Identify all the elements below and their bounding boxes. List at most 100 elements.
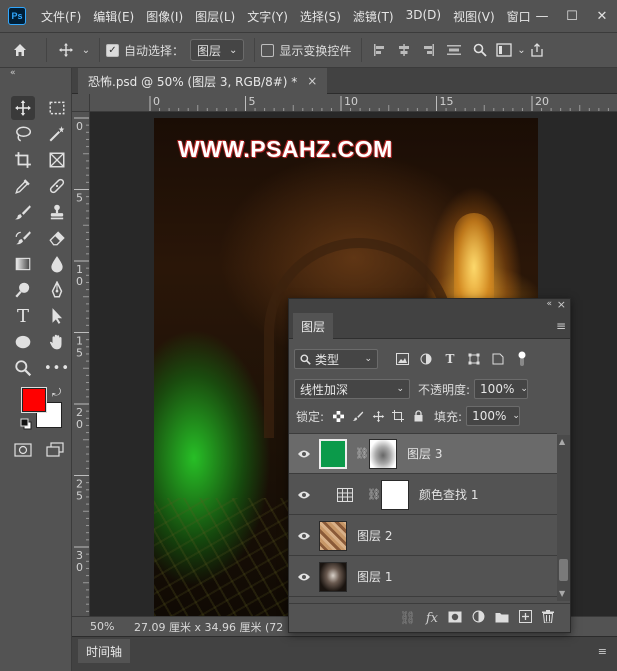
auto-select-target-dropdown[interactable]: 图层 ⌄ bbox=[190, 39, 245, 61]
collapse-panel-button[interactable]: « bbox=[0, 68, 72, 80]
gradient-tool[interactable] bbox=[11, 252, 35, 276]
close-icon[interactable]: × bbox=[307, 74, 317, 88]
shape-filter-icon[interactable] bbox=[466, 351, 482, 367]
magic-wand-tool[interactable] bbox=[45, 122, 69, 146]
lock-position-icon[interactable] bbox=[370, 408, 386, 424]
home-icon[interactable] bbox=[0, 42, 40, 58]
menu-select[interactable]: 选择(S) bbox=[294, 8, 347, 25]
lock-artboard-icon[interactable] bbox=[390, 408, 406, 424]
link-icon[interactable]: ⛓ bbox=[355, 447, 369, 460]
layer-thumbnail[interactable] bbox=[319, 520, 347, 551]
layer-row-partial[interactable] bbox=[289, 598, 557, 601]
menu-layer[interactable]: 图层(L) bbox=[189, 8, 241, 25]
workspace-icon[interactable] bbox=[492, 43, 516, 57]
visibility-toggle[interactable] bbox=[289, 449, 319, 459]
type-filter-icon[interactable]: T bbox=[442, 351, 458, 367]
maximize-button[interactable]: ☐ bbox=[557, 9, 587, 24]
scroll-up-icon[interactable]: ▲ bbox=[559, 437, 565, 446]
pen-tool[interactable] bbox=[45, 278, 69, 302]
align-center-icon[interactable] bbox=[392, 43, 416, 57]
adjustment-filter-icon[interactable] bbox=[418, 351, 434, 367]
scrollbar-thumb[interactable] bbox=[559, 559, 568, 581]
type-tool[interactable]: T bbox=[11, 304, 35, 328]
frame-tool[interactable] bbox=[45, 148, 69, 172]
foreground-color-swatch[interactable] bbox=[21, 387, 47, 413]
ellipse-tool[interactable] bbox=[11, 330, 35, 354]
default-colors-icon[interactable] bbox=[20, 418, 32, 433]
align-left-icon[interactable] bbox=[368, 43, 392, 57]
close-window-button[interactable]: ✕ bbox=[587, 9, 617, 24]
horizontal-ruler[interactable]: 051015202530 bbox=[72, 94, 617, 112]
layer-row-layer-3[interactable]: ⛓ 图层 3 bbox=[289, 434, 557, 474]
minimize-button[interactable]: — bbox=[527, 9, 557, 24]
move-tool-preset-icon[interactable] bbox=[53, 42, 79, 58]
document-tab[interactable]: 恐怖.psd @ 50% (图层 3, RGB/8#) * × bbox=[78, 68, 328, 94]
document-size[interactable]: 27.09 厘米 x 34.96 厘米 (72 ppi) bbox=[124, 619, 284, 635]
add-mask-icon[interactable] bbox=[448, 611, 462, 627]
link-layers-icon[interactable]: ⛓ bbox=[399, 611, 416, 626]
swap-colors-icon[interactable]: ⤾ bbox=[52, 386, 61, 400]
blend-mode-dropdown[interactable]: 线性加深 ⌄ bbox=[294, 379, 410, 399]
search-icon[interactable] bbox=[468, 43, 492, 57]
scroll-down-icon[interactable]: ▼ bbox=[559, 589, 565, 598]
path-selection-tool[interactable] bbox=[45, 304, 69, 328]
layer-row-layer-2[interactable]: 图层 2 bbox=[289, 516, 557, 556]
hand-tool[interactable] bbox=[45, 330, 69, 354]
crop-tool[interactable] bbox=[11, 148, 35, 172]
brush-tool[interactable] bbox=[11, 200, 35, 224]
pixel-filter-icon[interactable] bbox=[394, 351, 410, 367]
timeline-tab[interactable]: 时间轴 bbox=[78, 639, 131, 663]
align-right-icon[interactable] bbox=[416, 43, 440, 57]
new-layer-icon[interactable] bbox=[519, 610, 532, 627]
fill-input[interactable]: 100% ⌄ bbox=[466, 406, 521, 426]
menu-image[interactable]: 图像(I) bbox=[140, 8, 189, 25]
collapse-panel-button[interactable]: « bbox=[546, 299, 552, 309]
distribute-icon[interactable] bbox=[440, 43, 468, 57]
menu-3d[interactable]: 3D(D) bbox=[400, 8, 447, 25]
eraser-tool[interactable] bbox=[45, 226, 69, 250]
share-icon[interactable] bbox=[526, 43, 548, 57]
auto-select-toggle[interactable]: ✓ 自动选择： bbox=[106, 42, 184, 59]
vertical-ruler[interactable]: 0 5 10 15 20 25 30 bbox=[72, 112, 90, 616]
layer-row-color-lookup[interactable]: ⛓ 颜色查找 1 bbox=[289, 475, 557, 515]
layer-name[interactable]: 图层 1 bbox=[357, 568, 392, 585]
menu-file[interactable]: 文件(F) bbox=[35, 8, 87, 25]
layer-name[interactable]: 图层 3 bbox=[407, 445, 442, 462]
more-tools-button[interactable]: ••• bbox=[44, 356, 69, 380]
fx-icon[interactable]: fx bbox=[426, 611, 438, 626]
menu-view[interactable]: 视图(V) bbox=[447, 8, 501, 25]
layer-thumbnail[interactable] bbox=[319, 438, 347, 469]
link-icon[interactable]: ⛓ bbox=[367, 488, 381, 501]
show-transform-checkbox[interactable] bbox=[261, 43, 275, 57]
auto-select-checkbox[interactable]: ✓ bbox=[106, 43, 119, 57]
panel-menu-icon[interactable]: ≡ bbox=[556, 319, 566, 333]
visibility-toggle[interactable] bbox=[289, 490, 319, 500]
trash-icon[interactable] bbox=[542, 610, 554, 627]
menu-type[interactable]: 文字(Y) bbox=[241, 8, 294, 25]
visibility-toggle[interactable] bbox=[289, 572, 319, 582]
show-transform-toggle[interactable]: 显示变换控件 bbox=[261, 42, 351, 59]
grid-icon[interactable] bbox=[331, 487, 359, 502]
zoom-tool[interactable] bbox=[11, 356, 35, 380]
lasso-tool[interactable] bbox=[11, 122, 35, 146]
layer-list-scrollbar[interactable]: ▲ ▼ bbox=[557, 435, 570, 601]
lock-transparent-icon[interactable] bbox=[330, 408, 346, 424]
eyedropper-tool[interactable] bbox=[11, 174, 35, 198]
ruler-origin[interactable] bbox=[72, 94, 90, 112]
chevron-down-icon[interactable]: ⌄ bbox=[79, 45, 93, 56]
layer-mask-thumbnail[interactable] bbox=[381, 479, 409, 510]
layer-mask-thumbnail[interactable] bbox=[369, 438, 397, 469]
marquee-tool[interactable] bbox=[45, 96, 69, 120]
screen-mode-icon[interactable] bbox=[46, 442, 64, 461]
opacity-input[interactable]: 100% ⌄ bbox=[474, 379, 529, 399]
filter-kind-dropdown[interactable]: 类型 ⌄ bbox=[294, 349, 378, 369]
quick-mask-icon[interactable] bbox=[14, 442, 32, 461]
menu-edit[interactable]: 编辑(E) bbox=[87, 8, 140, 25]
filter-toggle-icon[interactable] bbox=[514, 351, 530, 367]
zoom-level[interactable]: 50% bbox=[72, 620, 124, 633]
lock-all-icon[interactable] bbox=[410, 408, 426, 424]
adjustment-layer-icon[interactable] bbox=[472, 610, 485, 627]
healing-brush-tool[interactable] bbox=[45, 174, 69, 198]
smart-object-filter-icon[interactable] bbox=[490, 351, 506, 367]
tab-layers[interactable]: 图层 bbox=[293, 313, 334, 339]
